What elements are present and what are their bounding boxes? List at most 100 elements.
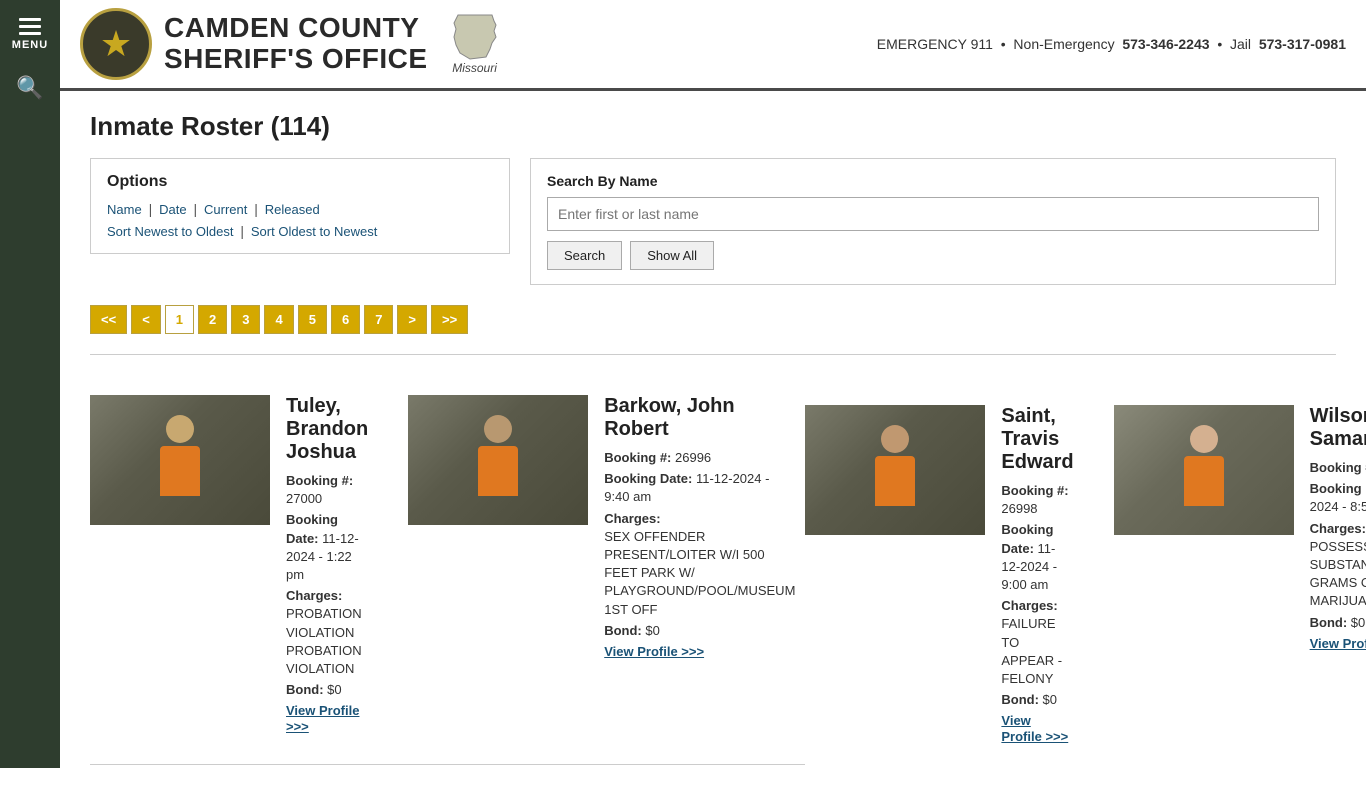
contact-info: EMERGENCY 911 • Non-Emergency 573-346-22… xyxy=(877,36,1346,52)
charge-item: SEX OFFENDER PRESENT/LOITER W/I 500 FEET… xyxy=(604,528,795,619)
inmate-info: Saint, Travis Edward Booking #: 26998 Bo… xyxy=(1001,405,1073,744)
emergency-label: EMERGENCY 911 xyxy=(877,36,993,52)
inmate-photo xyxy=(90,395,270,525)
pagination-button[interactable]: 5 xyxy=(298,305,327,334)
non-emergency-label: Non-Emergency xyxy=(1013,36,1114,52)
pagination-button[interactable]: 2 xyxy=(198,305,227,334)
silhouette-head xyxy=(484,415,512,443)
view-profile-link[interactable]: View Profile >>> xyxy=(1001,713,1068,744)
option-current-link[interactable]: Current xyxy=(204,202,247,217)
inmate-info: Tuley, Brandon Joshua Booking #: 27000 B… xyxy=(286,395,368,734)
booking-num: Booking #: 27000 xyxy=(286,472,368,508)
menu-icon xyxy=(12,18,48,35)
booking-num: Booking #: 26996 xyxy=(604,449,795,467)
silhouette xyxy=(150,415,210,505)
state-badge: Missouri xyxy=(450,13,500,75)
view-profile-link[interactable]: View Profile >>> xyxy=(1310,636,1366,651)
silhouette-head xyxy=(166,415,194,443)
pagination-button[interactable]: 4 xyxy=(264,305,293,334)
booking-date: Booking Date: 11-11-2024 - 8:59 pm xyxy=(1310,480,1366,516)
options-search-row: Options Name | Date | Current | Released… xyxy=(90,158,1336,285)
pagination-button[interactable]: > xyxy=(397,305,427,334)
booking-num: Booking #: 26998 xyxy=(1001,482,1073,518)
pagination-button[interactable]: << xyxy=(90,305,127,334)
inmate-name: Barkow, John Robert xyxy=(604,395,795,441)
inmate-name: Tuley, Brandon Joshua xyxy=(286,395,368,464)
sidebar: MENU 🔍 xyxy=(0,0,60,768)
show-all-button[interactable]: Show All xyxy=(630,241,714,270)
charge-item: FAILURE TO APPEAR - FELONY xyxy=(1001,615,1073,688)
silhouette xyxy=(468,415,528,505)
charge-item: PROBATION VIOLATION xyxy=(286,642,368,678)
pagination-button[interactable]: 1 xyxy=(165,305,194,334)
booking-date: Booking Date: 11-12-2024 - 1:22 pm xyxy=(286,511,368,584)
charges: Charges: POSSESS CONTROL SUBSTANCE EXCEP… xyxy=(1310,520,1366,611)
menu-label: MENU xyxy=(12,39,48,51)
menu-button[interactable]: MENU xyxy=(8,10,52,59)
pagination-button[interactable]: 6 xyxy=(331,305,360,334)
silhouette-body xyxy=(875,456,915,506)
charges: Charges: PROBATION VIOLATION PROBATION V… xyxy=(286,587,368,678)
booking-date: Booking Date: 11-12-2024 - 9:00 am xyxy=(1001,521,1073,594)
pagination-button[interactable]: < xyxy=(131,305,161,334)
view-profile-link[interactable]: View Profile >>> xyxy=(604,644,704,659)
state-label: Missouri xyxy=(452,61,497,75)
missouri-map-icon xyxy=(450,13,500,61)
photo-placeholder xyxy=(408,395,588,525)
charge-item: POSSESS CONTROL SUBSTANCE EXCEPT 35 GRAM… xyxy=(1310,538,1366,611)
options-links: Name | Date | Current | Released xyxy=(107,201,493,217)
booking-date: Booking Date: 11-12-2024 - 9:40 am xyxy=(604,470,795,506)
sort-newest-oldest-link[interactable]: Sort Newest to Oldest xyxy=(107,224,233,239)
inmate-card: Saint, Travis Edward Booking #: 26998 Bo… xyxy=(805,385,1083,765)
sort-oldest-newest-link[interactable]: Sort Oldest to Newest xyxy=(251,224,377,239)
bond: Bond: $0 xyxy=(1310,614,1366,632)
search-button[interactable]: Search xyxy=(547,241,622,270)
option-date-link[interactable]: Date xyxy=(159,202,186,217)
silhouette-head xyxy=(881,425,909,453)
inmate-name: Saint, Travis Edward xyxy=(1001,405,1073,474)
bond: Bond: $0 xyxy=(1001,691,1073,709)
agency-logo: ★ xyxy=(80,8,152,80)
sheriff-star-icon: ★ xyxy=(100,23,132,65)
silhouette-head xyxy=(1190,425,1218,453)
agency-line2: SHERIFF'S OFFICE xyxy=(164,44,428,75)
options-panel: Options Name | Date | Current | Released… xyxy=(90,158,510,254)
bond: Bond: $0 xyxy=(604,622,795,640)
option-name-link[interactable]: Name xyxy=(107,202,142,217)
sort-links: Sort Newest to Oldest | Sort Oldest to N… xyxy=(107,223,493,239)
pagination-button[interactable]: 7 xyxy=(364,305,393,334)
view-profile-link[interactable]: View Profile >>> xyxy=(286,703,359,734)
search-label: Search By Name xyxy=(547,173,1319,189)
inmates-grid: Tuley, Brandon Joshua Booking #: 27000 B… xyxy=(90,375,1336,765)
options-title: Options xyxy=(107,173,493,191)
inmate-photo xyxy=(805,405,985,535)
non-emergency-number: 573-346-2243 xyxy=(1122,36,1209,52)
inmate-photo xyxy=(1114,405,1294,535)
charges: Charges: FAILURE TO APPEAR - FELONY xyxy=(1001,597,1073,688)
search-panel: Search By Name Search Show All xyxy=(530,158,1336,285)
inmate-info: Barkow, John Robert Booking #: 26996 Boo… xyxy=(604,395,795,659)
booking-num: Booking #: 26994 xyxy=(1310,459,1366,477)
silhouette xyxy=(1174,425,1234,515)
option-released-link[interactable]: Released xyxy=(265,202,320,217)
top-divider xyxy=(90,354,1336,355)
silhouette-body xyxy=(1184,456,1224,506)
photo-placeholder xyxy=(1114,405,1294,535)
pagination: <<<1234567>>> xyxy=(90,305,1336,334)
pagination-button[interactable]: >> xyxy=(431,305,468,334)
header: ★ CAMDEN COUNTY SHERIFF'S OFFICE Missour… xyxy=(60,0,1366,91)
pagination-button[interactable]: 3 xyxy=(231,305,260,334)
charges: Charges: SEX OFFENDER PRESENT/LOITER W/I… xyxy=(604,510,795,619)
header-left: ★ CAMDEN COUNTY SHERIFF'S OFFICE Missour… xyxy=(80,8,500,80)
inmate-name: Wilson, Samantha Rose xyxy=(1310,405,1366,451)
inmate-card: Wilson, Samantha Rose Booking #: 26994 B… xyxy=(1084,385,1366,765)
jail-label: Jail xyxy=(1230,36,1251,52)
agency-line1: CAMDEN COUNTY xyxy=(164,13,428,44)
sidebar-search-button[interactable]: 🔍 xyxy=(16,75,43,101)
photo-placeholder xyxy=(805,405,985,535)
inmate-photo xyxy=(408,395,588,525)
main-content: Inmate Roster (114) Options Name | Date … xyxy=(60,91,1366,785)
silhouette-body xyxy=(160,446,200,496)
search-input[interactable] xyxy=(547,197,1319,231)
silhouette xyxy=(865,425,925,515)
